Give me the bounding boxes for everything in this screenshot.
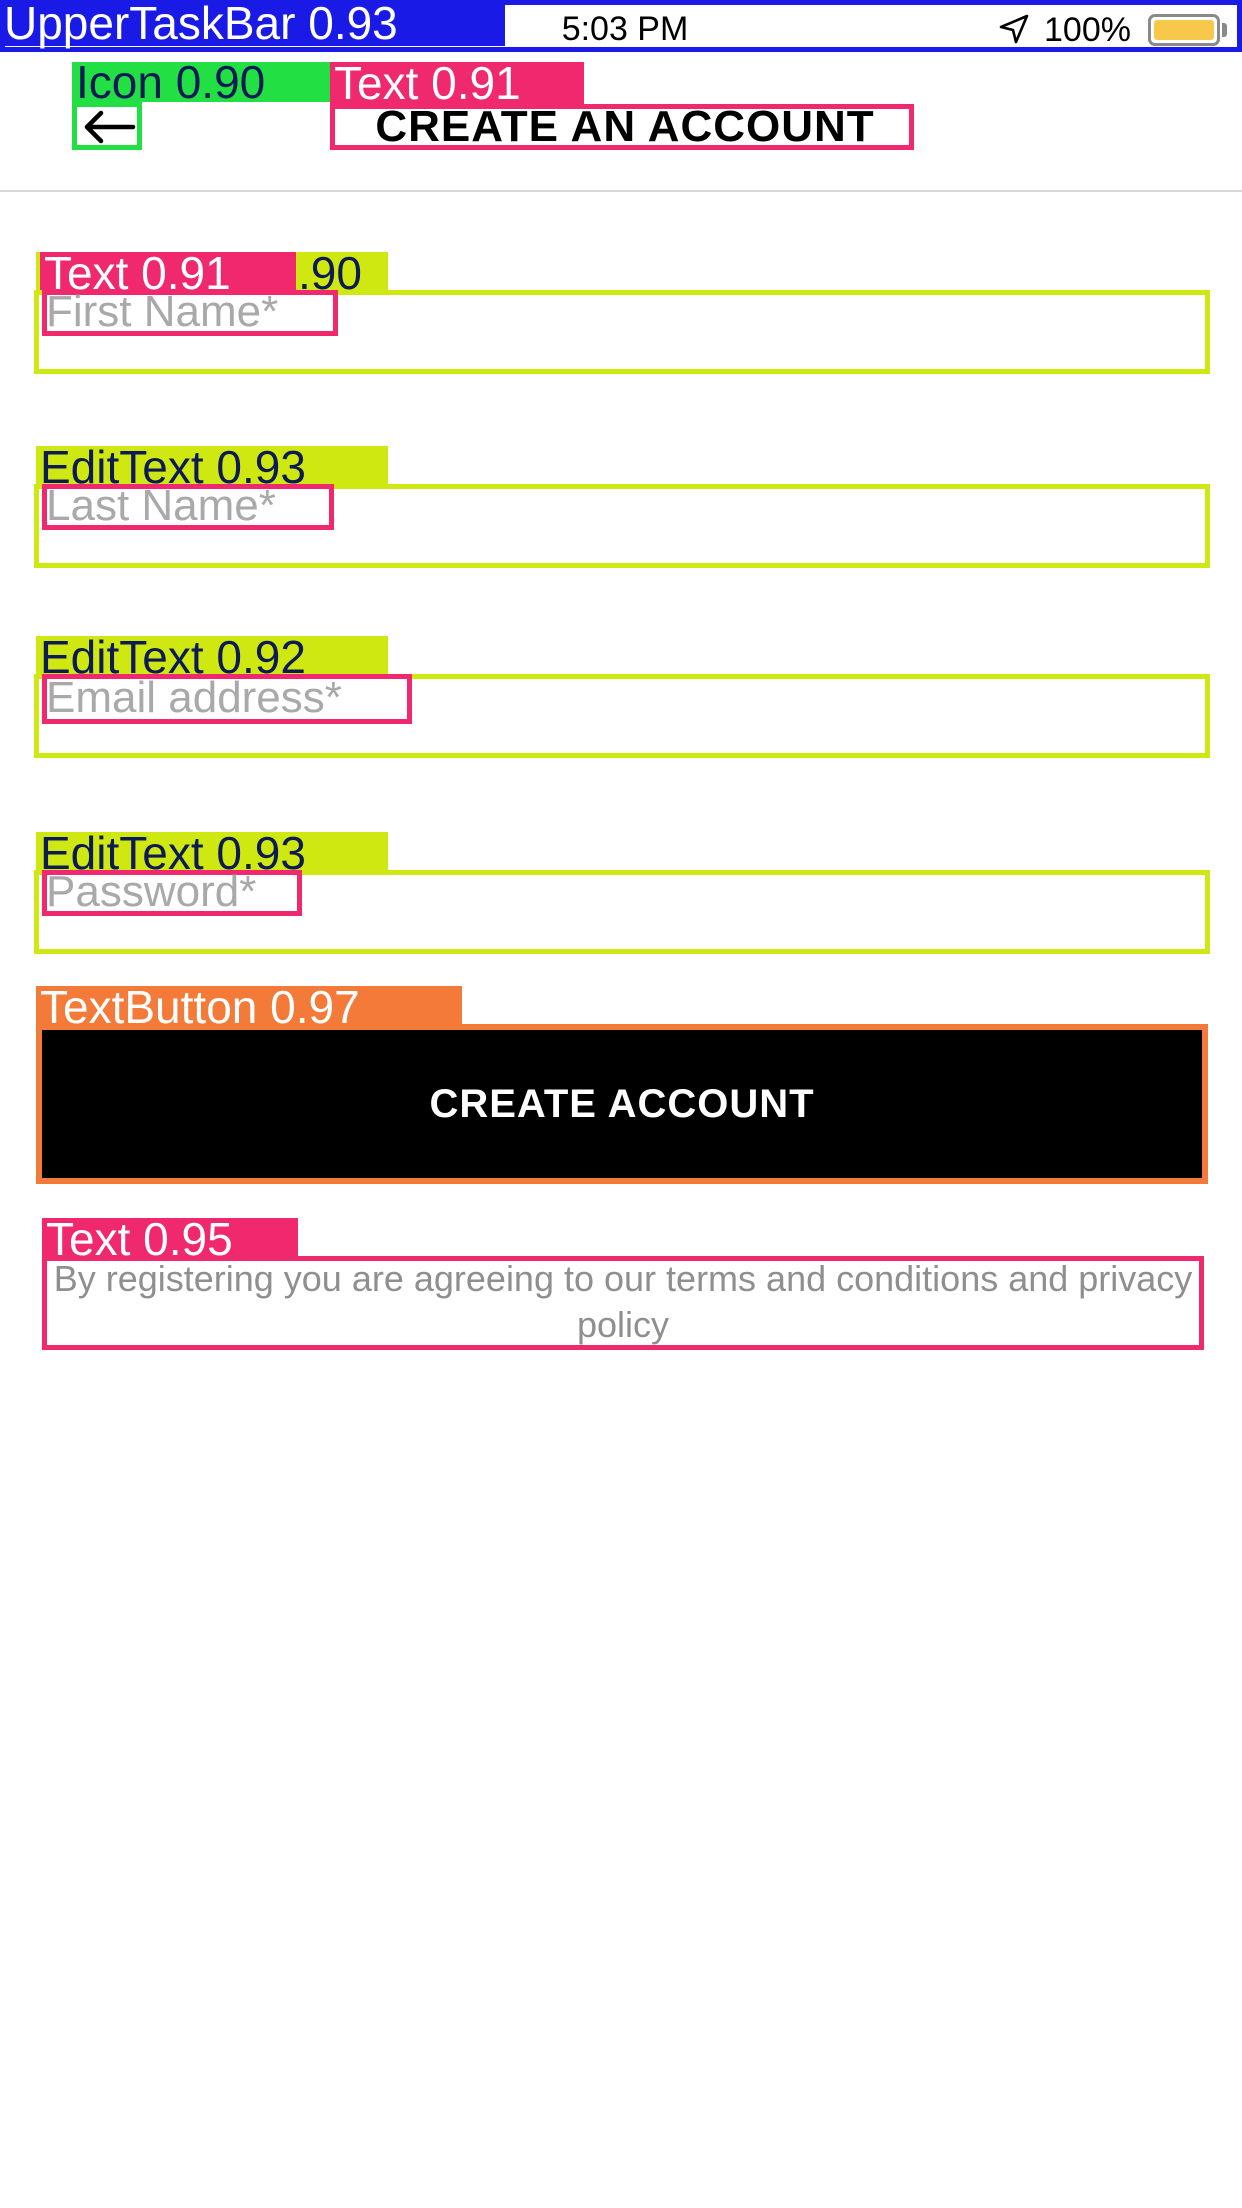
- status-bar-tag-label: UpperTaskBar 0.93: [4, 0, 398, 49]
- terms-text[interactable]: By registering you are agreeing to our t…: [46, 1256, 1200, 1346]
- arrow-left-icon: [84, 110, 136, 144]
- status-clock: 5:03 PM: [561, 10, 689, 48]
- create-account-button[interactable]: CREATE ACCOUNT: [36, 1024, 1208, 1184]
- battery-tip: [1222, 23, 1227, 37]
- create-account-button-label: CREATE ACCOUNT: [429, 1082, 815, 1126]
- page-title: CREATE AN ACCOUNT: [375, 102, 875, 151]
- header-divider: [0, 190, 1242, 192]
- first-name-placeholder: First Name*: [46, 287, 279, 336]
- password-placeholder: Password*: [46, 867, 257, 916]
- back-button[interactable]: [72, 102, 142, 150]
- battery-percentage: 100%: [1044, 11, 1131, 49]
- title-tag-label: Text 0.91: [334, 57, 521, 109]
- battery-fill: [1154, 20, 1214, 40]
- email-placeholder: Email address*: [46, 673, 342, 722]
- battery-icon: [1148, 14, 1220, 46]
- location-arrow-icon: [999, 14, 1029, 44]
- last-name-placeholder: Last Name*: [46, 481, 276, 530]
- back-icon-tag-label: Icon 0.90: [76, 56, 266, 108]
